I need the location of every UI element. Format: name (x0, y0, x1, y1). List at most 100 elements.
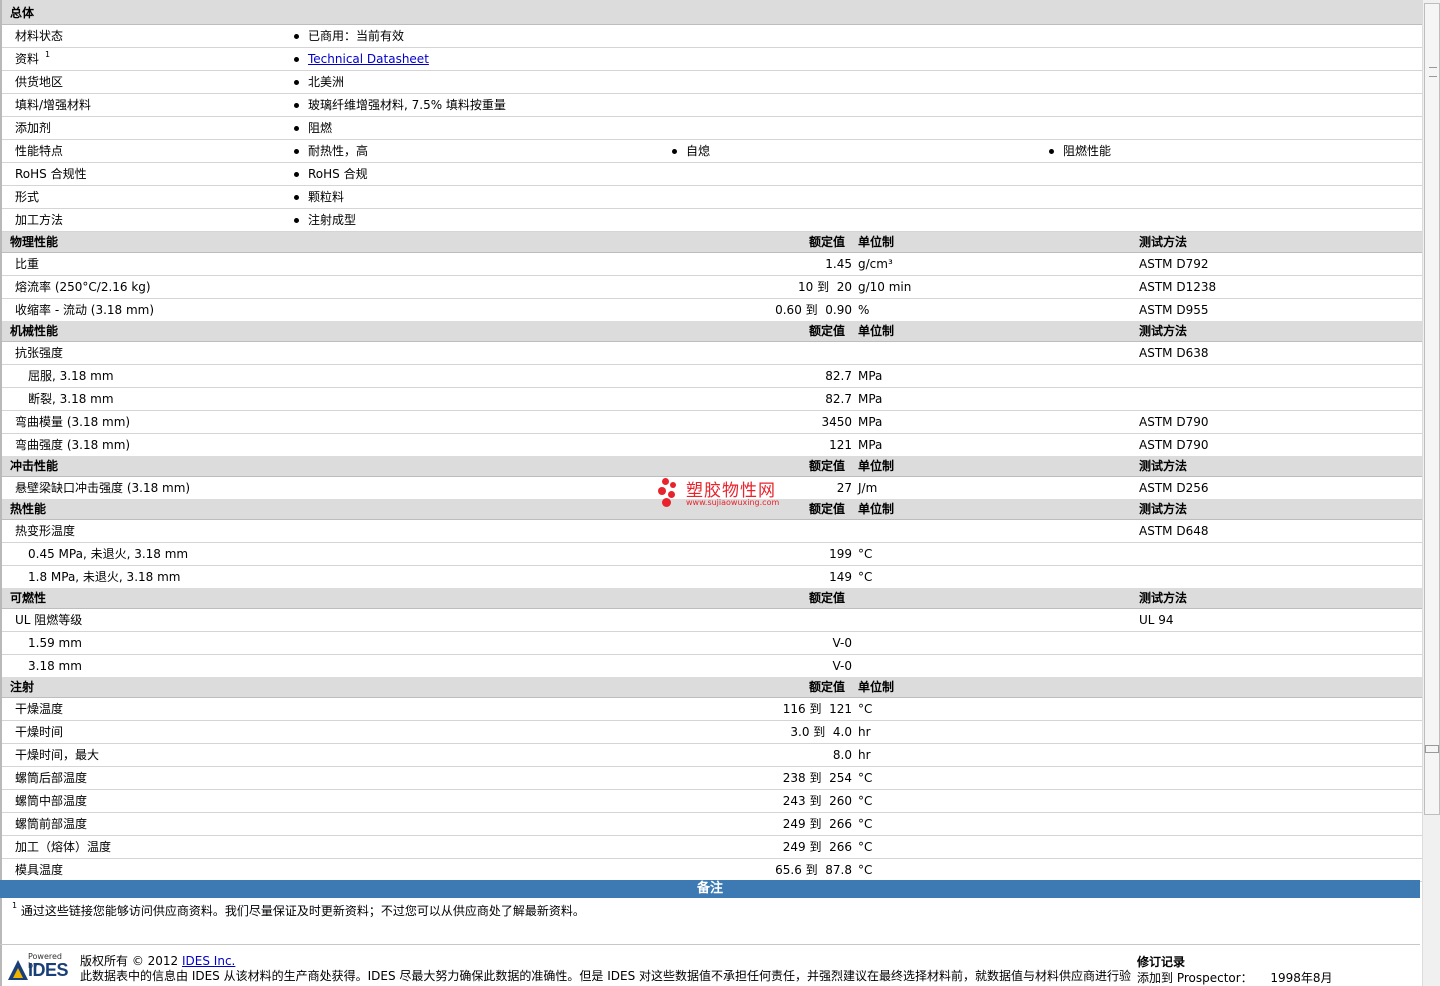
property-unit: % (858, 303, 870, 317)
property-row: 干燥时间 3.0 到 4.0 hr (2, 721, 1422, 744)
scrollbar-thumb[interactable] (1424, 3, 1440, 815)
bullet-item: 北美洲 (293, 71, 344, 93)
property-row: 螺筒后部温度 238 到 254 °C (2, 767, 1422, 790)
ides-triangle-inner-icon (13, 968, 23, 978)
test-method: ASTM D790 (1139, 438, 1209, 452)
column-nominal-header: 额定值 (809, 459, 846, 473)
property-value: 82.7 (825, 392, 852, 406)
property-row: 弯曲模量 (3.18 mm) 3450 MPa ASTM D790 (2, 411, 1422, 434)
column-method-header: 测试方法 (1139, 235, 1188, 249)
scrollbar-marker (1425, 745, 1439, 753)
property-unit: MPa (858, 369, 883, 383)
general-label: 填料/增强材料 (15, 98, 92, 112)
column-method-header: 测试方法 (1139, 324, 1188, 338)
property-row: 干燥时间，最大 8.0 hr (2, 744, 1422, 767)
test-method: ASTM D955 (1139, 303, 1209, 317)
property-label: 干燥温度 (15, 702, 64, 716)
section-header-general: 总体 (2, 0, 1422, 25)
property-label: UL 阻燃等级 (15, 613, 83, 627)
property-label: 螺筒后部温度 (15, 771, 88, 785)
scrollbar-grip-icon (1429, 67, 1437, 77)
property-label: 1.59 mm (28, 636, 82, 650)
property-value: 82.7 (825, 369, 852, 383)
property-unit: °C (858, 547, 873, 561)
property-value: 249 到 266 (782, 840, 852, 854)
revision-history-title: 修订记录 (1137, 955, 1186, 969)
property-row: 弯曲强度 (3.18 mm) 121 MPa ASTM D790 (2, 434, 1422, 457)
property-value: 10 到 20 (798, 280, 852, 294)
property-label: 熔流率 (250°C/2.16 kg) (15, 280, 151, 294)
notes-header: 备注 (0, 880, 1420, 898)
general-row: 资料 1 Technical Datasheet (2, 48, 1422, 71)
footnote-marker: 1 (12, 901, 18, 910)
section-header-flammability: 可燃性 额定值 测试方法 (2, 588, 1422, 609)
property-unit: °C (858, 840, 873, 854)
property-row: 比重 1.45 g/cm³ ASTM D792 (2, 253, 1422, 276)
ides-link[interactable]: IDES Inc. (182, 954, 235, 968)
bullet-item: 玻璃纤维增强材料, 7.5% 填料按重量 (294, 94, 506, 116)
property-row: 屈服, 3.18 mm 82.7 MPa (2, 365, 1422, 388)
column-nominal-header: 额定值 (809, 324, 846, 338)
property-unit: °C (858, 702, 873, 716)
property-row: 加工（熔体）温度 249 到 266 °C (2, 836, 1422, 859)
section-title: 物理性能 (10, 235, 59, 249)
general-label: 材料状态 (15, 29, 64, 43)
general-row: 添加剂 阻燃 (2, 117, 1422, 140)
vertical-scrollbar[interactable] (1422, 0, 1440, 986)
property-value: V-0 (832, 659, 852, 673)
property-value: 121 (829, 438, 852, 452)
property-label: 1.8 MPa, 未退火, 3.18 mm (28, 570, 181, 584)
notes-text: 1 通过这些链接您能够访问供应商资料。我们尽量保证及时更新资料；不过您可以从供应… (12, 901, 585, 920)
bullet-item: 阻燃 (293, 117, 332, 139)
property-label: 悬壁梁缺口冲击强度 (3.18 mm) (15, 481, 191, 495)
property-unit: hr (858, 748, 871, 762)
property-label: 0.45 MPa, 未退火, 3.18 mm (28, 547, 189, 561)
property-label: 模具温度 (15, 863, 64, 877)
notes-body: 通过这些链接您能够访问供应商资料。我们尽量保证及时更新资料；不过您可以从供应商处… (20, 904, 585, 918)
test-method: ASTM D648 (1139, 524, 1209, 538)
column-unit-header: 单位制 (858, 324, 895, 338)
bullet-item: 注射成型 (293, 209, 356, 231)
property-row: 热变形温度 ASTM D648 (2, 520, 1422, 543)
property-row: 断裂, 3.18 mm 82.7 MPa (2, 388, 1422, 411)
section-header-injection: 注射 额定值 单位制 (2, 677, 1422, 698)
property-label: 弯曲强度 (3.18 mm) (15, 438, 131, 452)
technical-datasheet-link[interactable]: Technical Datasheet (308, 52, 429, 66)
property-label: 加工（熔体）温度 (15, 840, 112, 854)
column-unit-header: 单位制 (858, 459, 895, 473)
property-row: 0.45 MPa, 未退火, 3.18 mm 199 °C (2, 543, 1422, 566)
property-value: 238 到 254 (782, 771, 852, 785)
section-title: 可燃性 (10, 591, 47, 605)
general-row: 形式 颗粒料 (2, 186, 1422, 209)
property-label: 3.18 mm (28, 659, 82, 673)
property-row: UL 阻燃等级 UL 94 (2, 609, 1422, 632)
watermark-url: www.sujiaowuxing.com (686, 498, 780, 507)
section-title: 冲击性能 (10, 459, 59, 473)
property-unit: g/cm³ (858, 257, 893, 271)
general-label: 形式 (15, 190, 40, 204)
section-header-mechanical: 机械性能 额定值 单位制 测试方法 (2, 321, 1422, 342)
general-label: 资料 (15, 52, 40, 66)
property-label: 比重 (15, 257, 40, 271)
property-row: 1.59 mm V-0 (2, 632, 1422, 655)
general-row: 供货地区 北美洲 (2, 71, 1422, 94)
general-label: 加工方法 (15, 213, 64, 227)
column-nominal-header: 额定值 (809, 680, 846, 694)
general-row: 填料/增强材料 玻璃纤维增强材料, 7.5% 填料按重量 (2, 94, 1422, 117)
property-value: 1.45 (825, 257, 852, 271)
property-unit: °C (858, 771, 873, 785)
property-value: V-0 (832, 636, 852, 650)
property-unit: J/m (858, 481, 878, 495)
test-method: ASTM D792 (1139, 257, 1209, 271)
watermark-logo: 塑胶物性网 www.sujiaowuxing.com (656, 476, 796, 512)
property-label: 干燥时间 (15, 725, 64, 739)
column-unit-header: 单位制 (858, 235, 895, 249)
general-row: 性能特点 耐热性，高 自熄 阻燃性能 (2, 140, 1422, 163)
section-title: 机械性能 (10, 324, 59, 338)
revision-date: 1998年8月 (1270, 971, 1333, 985)
property-row: 熔流率 (250°C/2.16 kg) 10 到 20 g/10 min ASTM D… (2, 276, 1422, 299)
bullet-item: 自熄 (671, 140, 710, 162)
ides-logo[interactable]: Powered by IDES (8, 952, 72, 982)
property-unit: MPa (858, 415, 883, 429)
property-value: 0.60 到 0.90 (775, 303, 852, 317)
